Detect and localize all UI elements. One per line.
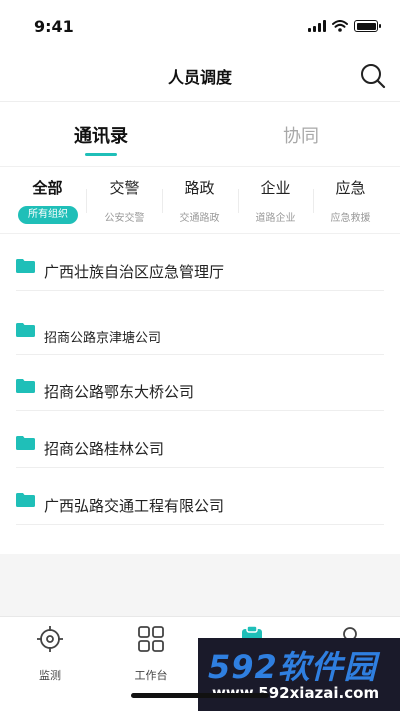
category-road-admin[interactable]: 路政 交通路政 <box>162 167 237 235</box>
status-time: 9:41 <box>34 17 74 36</box>
folder-icon <box>16 493 35 507</box>
folder-icon <box>16 259 35 273</box>
watermark: 592软件园 www.592xiazai.com <box>198 638 400 711</box>
page-title: 人员调度 <box>167 68 232 87</box>
category-subtitle: 应急救援 <box>330 213 371 224</box>
category-subtitle: 道路企业 <box>255 213 296 224</box>
folder-icon <box>16 436 35 450</box>
org-name: 招商公路桂林公司 <box>44 440 165 458</box>
category-name: 路政 <box>184 179 215 197</box>
list-item[interactable]: 广西壮族自治区应急管理厅 <box>0 234 400 291</box>
status-icons <box>308 19 381 33</box>
divider <box>16 290 384 291</box>
home-indicator <box>131 693 269 698</box>
wifi-icon <box>332 20 348 32</box>
folder-icon <box>16 323 35 337</box>
tab-contacts[interactable]: 通讯录 <box>36 122 166 148</box>
tab-label: 工作台 <box>134 669 168 682</box>
grid-icon <box>138 626 164 652</box>
category-subtitle: 公安交警 <box>104 213 145 224</box>
category-emergency[interactable]: 应急 应急救援 <box>313 167 388 235</box>
category-name: 企业 <box>260 179 291 197</box>
target-icon <box>37 626 63 652</box>
list-item[interactable]: 广西弘路交通工程有限公司 <box>0 468 400 525</box>
tab-collaboration[interactable]: 协同 <box>236 122 366 148</box>
signal-icon <box>308 20 326 32</box>
search-icon[interactable] <box>358 61 388 91</box>
list-item[interactable]: 招商公路桂林公司 <box>0 411 400 468</box>
tab-monitor[interactable]: 监测 <box>0 625 100 685</box>
category-name: 交警 <box>109 179 140 197</box>
main-tabs: 通讯录 协同 <box>0 102 400 166</box>
app-screen: 9:41 人员调度 通讯录 协同 全部 所有组织 交警 公安交警 路政 交通路政… <box>0 0 400 711</box>
divider <box>16 524 384 525</box>
category-traffic-police[interactable]: 交警 公安交警 <box>87 167 162 235</box>
org-name: 招商公路鄂东大桥公司 <box>44 383 195 401</box>
category-subtitle: 交通路政 <box>179 213 220 224</box>
folder-icon <box>16 379 35 393</box>
org-name: 招商公路京津塘公司 <box>44 331 162 346</box>
category-filter-bar: 全部 所有组织 交警 公安交警 路政 交通路政 企业 道路企业 应急 应急救援 <box>0 166 400 234</box>
watermark-brand: 592软件园 <box>208 648 377 686</box>
org-name: 广西壮族自治区应急管理厅 <box>44 263 225 281</box>
organization-list: 广西壮族自治区应急管理厅 招商公路京津塘公司 招商公路鄂东大桥公司 招商公路桂林… <box>0 234 400 554</box>
nav-bar: 人员调度 <box>0 50 400 102</box>
status-bar: 9:41 <box>0 0 400 50</box>
category-subtitle: 所有组织 <box>18 206 78 224</box>
category-all[interactable]: 全部 所有组织 <box>10 167 85 235</box>
battery-icon <box>354 20 381 32</box>
list-item[interactable]: 招商公路鄂东大桥公司 <box>0 354 400 411</box>
category-enterprise[interactable]: 企业 道路企业 <box>238 167 313 235</box>
org-name: 广西弘路交通工程有限公司 <box>44 497 225 515</box>
category-name: 应急 <box>335 179 366 197</box>
active-tab-indicator <box>85 153 117 156</box>
tab-workbench[interactable]: 工作台 <box>101 625 201 685</box>
list-item[interactable]: 招商公路京津塘公司 <box>0 298 400 355</box>
tab-label: 监测 <box>39 669 61 682</box>
category-name: 全部 <box>32 179 63 197</box>
